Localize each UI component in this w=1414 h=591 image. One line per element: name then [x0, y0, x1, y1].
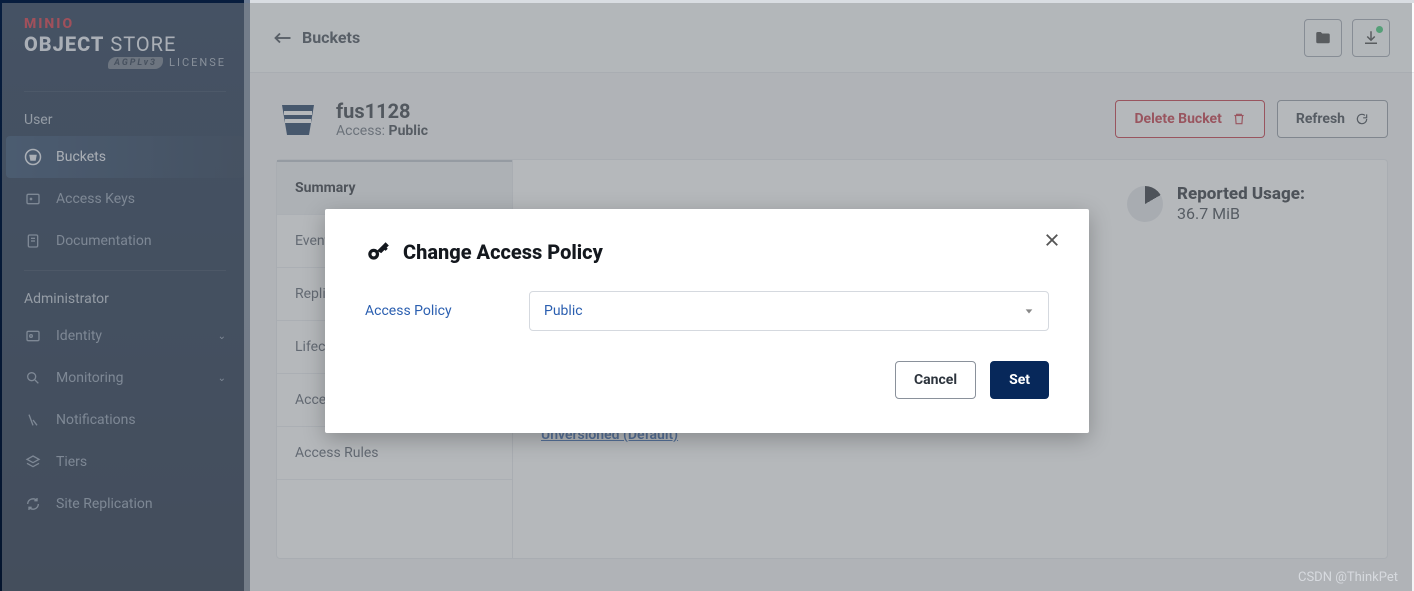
cancel-button[interactable]: Cancel	[895, 361, 976, 399]
key-icon	[365, 239, 391, 265]
modal-overlay[interactable]: Change Access Policy Access Policy Publi…	[2, 3, 1412, 591]
modal-title: Change Access Policy	[365, 239, 1049, 265]
chevron-down-icon	[1024, 306, 1034, 316]
modal-field-row: Access Policy Public	[365, 291, 1049, 331]
app-root: MINIO OBJECT STORE AGPLv3 LICENSE User B…	[0, 0, 1414, 591]
access-policy-select[interactable]: Public	[529, 291, 1049, 331]
access-policy-label: Access Policy	[365, 303, 505, 319]
change-access-policy-modal: Change Access Policy Access Policy Publi…	[325, 209, 1089, 433]
close-button[interactable]	[1043, 231, 1061, 249]
select-value: Public	[544, 303, 583, 319]
set-button[interactable]: Set	[990, 361, 1049, 399]
watermark: CSDN @ThinkPet	[1298, 570, 1398, 585]
modal-actions: Cancel Set	[365, 361, 1049, 399]
